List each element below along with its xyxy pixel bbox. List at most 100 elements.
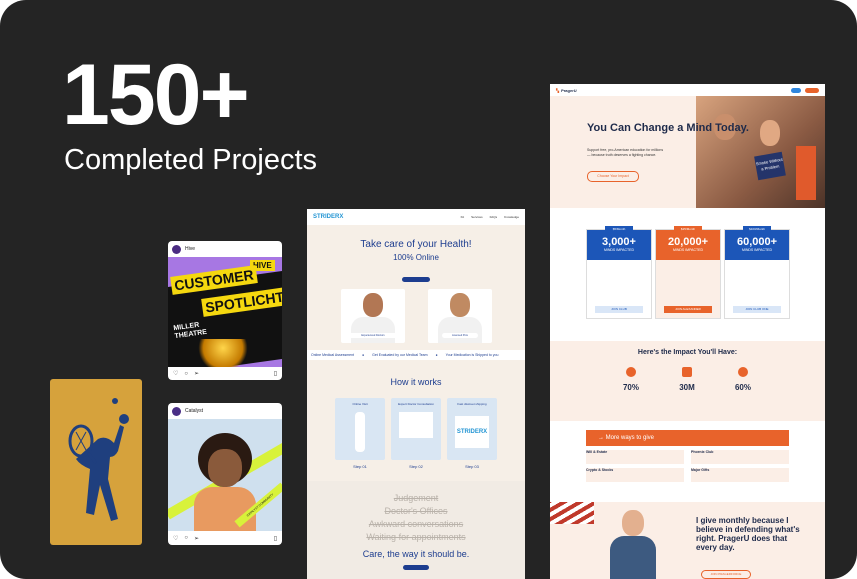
- give-option-label: Crypto & Stocks: [586, 468, 614, 472]
- sock-prop: [796, 146, 816, 200]
- band-separator: ●: [362, 353, 365, 357]
- hero-title: Take care of your Health!: [360, 239, 472, 250]
- heart-icon[interactable]: ♡: [173, 535, 178, 542]
- step-label: Step 02: [409, 464, 423, 469]
- tennis-player-icon: [68, 398, 129, 521]
- post-image: HIVE CUSTOMER SPOTLICHT MILLER THEATRE: [168, 257, 282, 367]
- woman-jacket: [610, 536, 656, 579]
- plan-card[interactable]: $5/Month 3,000+ MINDS IMPACTED JOIN CLUB: [586, 226, 652, 319]
- step-name: Fast discreet shipping: [457, 402, 487, 406]
- care-cta-button[interactable]: [403, 565, 429, 570]
- step-label: Step 01: [353, 464, 367, 469]
- share-icon[interactable]: ➢: [194, 370, 199, 377]
- avatar: [172, 244, 181, 254]
- impact-title: Here's the Impact You'll Have:: [637, 349, 738, 356]
- plan-card[interactable]: $25/Month 20,000+ MINDS IMPACTED JOIN AL…: [655, 226, 721, 319]
- plan-header: 20,000+ MINDS IMPACTED: [656, 230, 720, 260]
- give-option[interactable]: Will & Estate: [586, 450, 684, 464]
- struck-item: Waiting for appointments: [366, 532, 466, 542]
- striderx-site-preview[interactable]: STRIDERX Kit Services FAQs Knowledge Tak…: [307, 209, 525, 579]
- nav-link[interactable]: FAQs: [490, 215, 498, 219]
- customer-spotlight-post[interactable]: Hive HIVE CUSTOMER SPOTLICHT MILLER THEA…: [168, 241, 282, 380]
- doctor-shirt: [351, 317, 395, 343]
- plan-card[interactable]: $100/Month 60,000+ MINDS IMPACTED JOIN C…: [724, 226, 790, 319]
- plan-caption: MINDS IMPACTED: [603, 248, 635, 252]
- flag-graphic: [550, 502, 594, 524]
- nav-link[interactable]: Knowledge: [504, 215, 519, 219]
- more-ways-label: More ways to give: [605, 435, 655, 441]
- bookmark-icon[interactable]: ▯: [274, 535, 277, 542]
- person-icon: [738, 367, 748, 377]
- share-icon[interactable]: ➢: [194, 535, 199, 542]
- plan-button[interactable]: JOIN CLUB: [595, 306, 643, 313]
- process-band: Online Medical Assessment ● Get Evaluate…: [307, 350, 525, 360]
- plan-button[interactable]: JOIN ALEXANDER: [664, 306, 712, 313]
- project-count: 150+: [62, 47, 250, 143]
- give-option[interactable]: Phoenix Club: [691, 450, 789, 464]
- testimonial-quote: I give monthly because I believe in defe…: [696, 516, 800, 552]
- project-count-label: Completed Projects: [64, 144, 318, 176]
- give-option[interactable]: Major Gifts: [691, 468, 789, 482]
- band-separator: ●: [435, 353, 438, 357]
- nav-button-donate[interactable]: [805, 87, 819, 93]
- step-card[interactable]: Online Visit: [335, 398, 385, 460]
- more-ways-button[interactable]: → More ways to give: [586, 430, 789, 446]
- choose-impact-button[interactable]: Choose Your Impact: [587, 171, 639, 182]
- site-nav: STRIDERX Kit Services FAQs Knowledge: [307, 209, 525, 225]
- step-card[interactable]: Fast discreet shipping STRIDERX: [447, 398, 497, 460]
- brain-icon: [626, 367, 636, 377]
- doctor-face: [363, 293, 383, 317]
- plan-price: $5/Month: [605, 226, 633, 232]
- woman-face: [622, 510, 644, 536]
- struck-item: Judgement: [393, 493, 439, 503]
- plan-price: $100/Month: [743, 226, 771, 232]
- give-option-label: Phoenix Club: [691, 450, 714, 454]
- site-logo[interactable]: STRIDERX: [313, 214, 343, 220]
- portrait-shirt: [194, 487, 256, 531]
- plan-button[interactable]: JOIN CLUB ONE: [733, 306, 781, 313]
- doctor-face: [450, 293, 470, 317]
- comment-icon[interactable]: ○: [184, 371, 188, 377]
- doctor-tag: Licensed Pros: [442, 333, 478, 338]
- prageru-site-preview[interactable]: ▚ PragerU Smoke Without a Problem You Ca…: [550, 84, 825, 579]
- nav-buttons: [791, 87, 819, 93]
- catalyst-post[interactable]: Catalyst CATALYST COMMUNITY ♡ ○ ➢ ▯: [168, 403, 282, 545]
- avatar: [172, 406, 181, 416]
- give-option-label: Will & Estate: [586, 450, 608, 454]
- post-account: Hive: [185, 246, 196, 252]
- post-actions: ♡ ○ ➢ ▯: [168, 531, 282, 545]
- band-item: Online Medical Assessment: [311, 353, 354, 357]
- hero-subtitle: 100% Online: [393, 253, 439, 262]
- hero-couple-photo: Smoke Without a Problem: [696, 96, 825, 208]
- portrait-face: [208, 449, 242, 487]
- impact-stat: 30M: [679, 383, 695, 392]
- plan-count: 60,000+: [736, 236, 778, 248]
- plan-count: 20,000+: [667, 236, 709, 248]
- site-logo[interactable]: PragerU: [561, 88, 577, 93]
- post-actions: ♡ ○ ➢ ▯: [168, 367, 282, 380]
- tennis-logo-tile: [50, 379, 142, 545]
- doctor-tag: Experienced Doctors: [349, 333, 397, 338]
- how-it-works-title: How it works: [390, 377, 442, 387]
- give-option[interactable]: Crypto & Stocks: [586, 468, 684, 482]
- logo-mark-icon: ▚: [556, 87, 560, 93]
- post-header: Hive: [168, 241, 282, 257]
- site-nav: ▚ PragerU: [550, 84, 825, 96]
- join-button[interactable]: JOIN PRAGERFORCE: [701, 570, 751, 579]
- give-option-label: Major Gifts: [691, 468, 710, 472]
- nav-link[interactable]: Services: [471, 215, 483, 219]
- band-item: Get Evaluated by our Medical Team: [372, 353, 428, 357]
- nav-button-blue[interactable]: [791, 87, 801, 93]
- arrow-right-icon: →: [598, 435, 606, 441]
- hero-cta-button[interactable]: [402, 277, 430, 282]
- heart-icon[interactable]: ♡: [173, 370, 178, 377]
- bookmark-icon[interactable]: ▯: [274, 370, 277, 377]
- hero-description: Support free, pro-American education for…: [587, 148, 664, 157]
- step-name: Online Visit: [352, 402, 368, 406]
- nav-links: Kit Services FAQs Knowledge: [461, 215, 519, 219]
- step-card[interactable]: Expert Doctor Consultation: [391, 398, 441, 460]
- struck-item: Awkward conversations: [368, 519, 464, 529]
- doctor-photo: Experienced Doctors: [341, 289, 405, 343]
- nav-link[interactable]: Kit: [461, 215, 465, 219]
- comment-icon[interactable]: ○: [184, 535, 188, 541]
